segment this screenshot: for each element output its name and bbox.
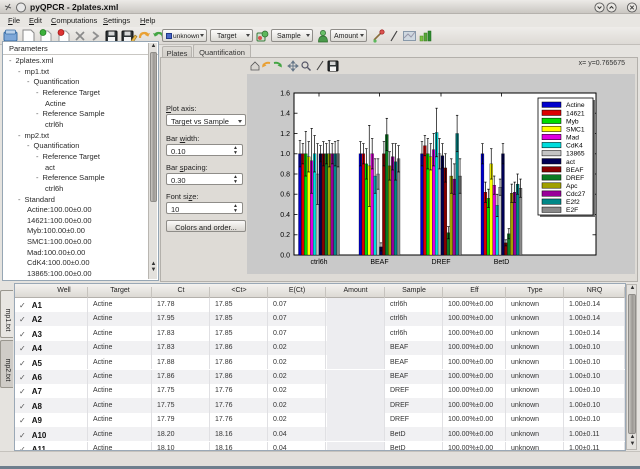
svg-text:0.0: 0.0 — [280, 252, 290, 259]
svg-text:1.6: 1.6 — [280, 90, 290, 97]
svg-text:Actine: Actine — [566, 102, 585, 109]
svg-text:Apc: Apc — [566, 183, 578, 190]
svg-text:Myb: Myb — [566, 118, 579, 125]
svg-text:Cdc27: Cdc27 — [566, 191, 586, 198]
svg-text:0.2: 0.2 — [280, 232, 290, 239]
svg-text:BEAF: BEAF — [370, 259, 388, 266]
svg-text:1.0: 1.0 — [280, 151, 290, 158]
svg-text:E2f2: E2f2 — [566, 199, 580, 206]
svg-text:DREF: DREF — [431, 259, 450, 266]
svg-text:Mad: Mad — [566, 135, 579, 142]
svg-text:14621: 14621 — [566, 110, 585, 117]
svg-text:BetD: BetD — [494, 259, 510, 266]
svg-text:act: act — [566, 159, 575, 166]
svg-text:CdK4: CdK4 — [566, 143, 583, 150]
svg-text:0.6: 0.6 — [280, 192, 290, 199]
svg-text:E2F: E2F — [566, 207, 578, 214]
svg-text:0.8: 0.8 — [280, 171, 290, 178]
svg-text:SMC1: SMC1 — [566, 126, 585, 133]
svg-text:13865: 13865 — [566, 151, 585, 158]
svg-text:0.4: 0.4 — [280, 212, 290, 219]
svg-text:BEAF: BEAF — [566, 167, 583, 174]
svg-text:1.2: 1.2 — [280, 131, 290, 138]
svg-text:1.4: 1.4 — [280, 111, 290, 118]
svg-text:DREF: DREF — [566, 175, 584, 182]
svg-text:ctrl6h: ctrl6h — [310, 259, 327, 266]
